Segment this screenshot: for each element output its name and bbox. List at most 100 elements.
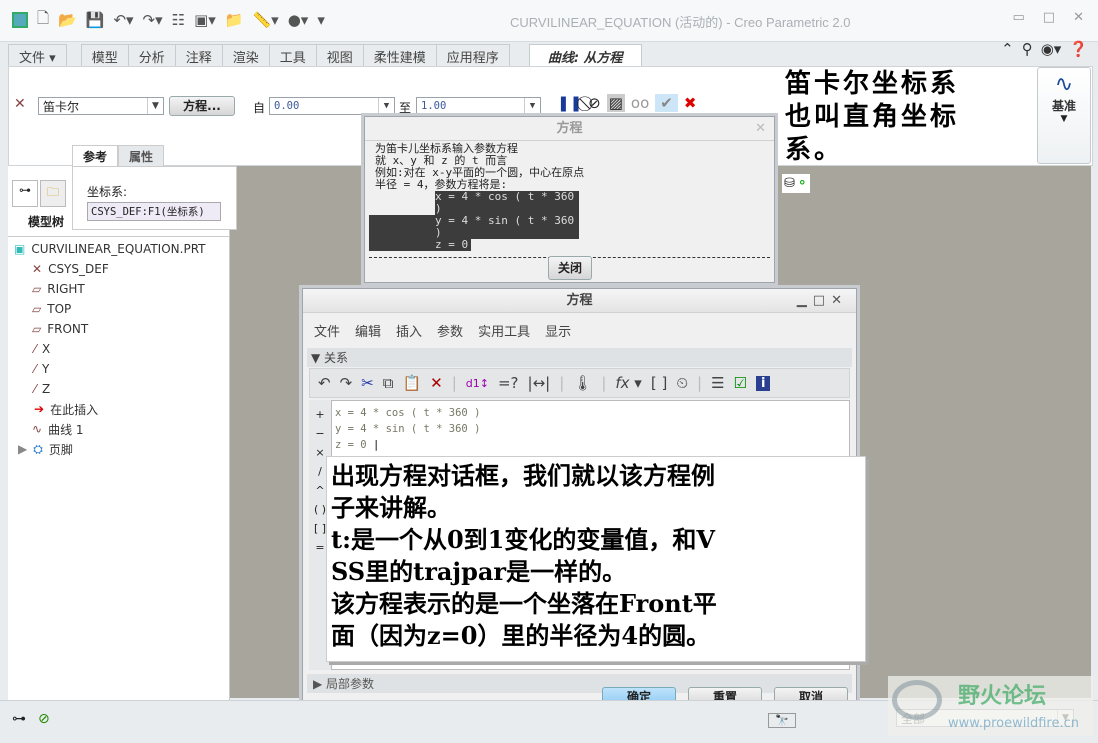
tree-item-part[interactable]: ▣ CURVILINEAR_EQUATION.PRT: [14, 239, 223, 259]
annotation-line: 子来讲解。: [331, 493, 451, 522]
menu-utilities[interactable]: 实用工具: [478, 321, 530, 340]
tree-item-x[interactable]: ⁄ X: [14, 339, 223, 359]
evaluate-icon[interactable]: =?: [498, 374, 519, 392]
undo-icon[interactable]: ↶: [318, 374, 331, 392]
redo-icon[interactable]: ↷: [340, 374, 353, 392]
timer-icon[interactable]: ⏲: [676, 374, 688, 392]
measure-icon[interactable]: 📏▾: [253, 11, 279, 29]
insert-multiply[interactable]: ×: [315, 446, 324, 459]
tab-analysis[interactable]: 分析: [127, 44, 176, 66]
menu-insert[interactable]: 插入: [396, 321, 422, 340]
regenerate-icon[interactable]: ☷: [172, 11, 185, 29]
tree-item-footer[interactable]: ▶ ⛭ 页脚: [14, 439, 223, 459]
appearance-icon[interactable]: ●▾: [288, 11, 309, 29]
menu-edit[interactable]: 编辑: [355, 321, 381, 340]
insert-minus[interactable]: −: [315, 427, 324, 440]
delete-icon[interactable]: ✕: [430, 374, 443, 392]
insert-brackets[interactable]: [ ]: [314, 522, 326, 535]
customize-icon[interactable]: ▾: [317, 11, 325, 29]
maximize-button[interactable]: □: [813, 293, 831, 308]
tree-item-right[interactable]: ▱ RIGHT: [14, 279, 223, 299]
find-icon[interactable]: 🔭: [768, 713, 796, 728]
copy-icon[interactable]: ⧉: [383, 374, 394, 392]
brackets-icon[interactable]: [ ]: [651, 374, 667, 392]
minimize-button[interactable]: ▭: [1013, 10, 1025, 25]
insert-plus[interactable]: +: [315, 408, 324, 421]
folder-browser-tab-icon[interactable]: 🗀: [40, 180, 67, 207]
tab-flexible-modeling[interactable]: 柔性建模: [362, 44, 437, 66]
new-icon[interactable]: 🗋: [37, 8, 49, 33]
maximize-button[interactable]: □: [1043, 10, 1055, 25]
close-button[interactable]: ✕: [1073, 10, 1084, 25]
menu-show[interactable]: 显示: [545, 321, 571, 340]
tab-curve-from-equation[interactable]: 曲线: 从方程: [528, 44, 642, 67]
layer-icon[interactable]: ⛁: [784, 176, 795, 191]
tab-view[interactable]: 视图: [315, 44, 364, 66]
menu-file[interactable]: 文件: [314, 321, 340, 340]
preview-icon[interactable]: ▨: [606, 94, 625, 112]
collapse-ribbon-icon[interactable]: ⌃: [1001, 40, 1014, 58]
insert-equals[interactable]: =: [315, 541, 324, 554]
model-tree-tab-icon[interactable]: ⊶: [12, 180, 38, 207]
insert-parentheses[interactable]: ( ): [314, 503, 326, 516]
windows-icon[interactable]: ▣▾: [194, 11, 216, 29]
minimize-button[interactable]: ▁: [797, 293, 813, 308]
close-icon[interactable]: ✕: [755, 117, 766, 141]
tab-annotate[interactable]: 注释: [174, 44, 223, 66]
community-icon[interactable]: ◉▾: [1041, 40, 1062, 58]
info-icon[interactable]: i: [756, 375, 771, 391]
relations-section-header[interactable]: ▼ 关系: [307, 348, 852, 367]
save-icon[interactable]: 💾: [86, 11, 105, 29]
show-dimension-icon[interactable]: |↔|: [528, 374, 551, 392]
help-equation: x = 4 * cos ( t * 360 ): [435, 190, 575, 215]
app-icon[interactable]: [12, 12, 28, 28]
equation-button[interactable]: 方程...: [169, 96, 235, 116]
tree-item-top[interactable]: ▱ TOP: [14, 299, 223, 319]
sort-relations-icon[interactable]: d1↕: [466, 377, 489, 390]
function-icon[interactable]: fx ▾: [615, 374, 641, 392]
csys-display-icon[interactable]: ⚬: [797, 176, 808, 191]
search-icon[interactable]: ⚲: [1022, 40, 1033, 58]
cancel-x-button[interactable]: ✖: [684, 94, 697, 112]
help-icon[interactable]: ❓: [1069, 40, 1088, 58]
no-preview-icon[interactable]: ⃠⊘: [588, 94, 601, 112]
list-icon[interactable]: ☰: [711, 374, 724, 392]
tab-model[interactable]: 模型: [80, 44, 129, 66]
insert-divide[interactable]: /: [318, 465, 322, 478]
tab-render[interactable]: 渲染: [221, 44, 270, 66]
tree-item-insert-here[interactable]: ➔ 在此插入: [14, 399, 223, 419]
csys-collector[interactable]: CSYS_DEF:F1(坐标系): [87, 202, 221, 221]
tab-properties[interactable]: 属性: [118, 145, 165, 168]
verify-icon[interactable]: ☑: [734, 374, 747, 392]
tree-item-curve[interactable]: ∿ 曲线 1: [14, 419, 223, 439]
model-tree-toggle-icon[interactable]: ⊶: [12, 711, 26, 727]
paste-icon[interactable]: 📋: [402, 374, 421, 392]
to-input[interactable]: 1.00 ▼: [416, 97, 541, 115]
menu-parameters[interactable]: 参数: [437, 321, 463, 340]
verify-units-icon[interactable]: 🌡: [573, 374, 592, 392]
tab-applications[interactable]: 应用程序: [435, 44, 510, 66]
insert-power[interactable]: ^: [315, 484, 324, 497]
pause-icon[interactable]: ❚❚: [557, 94, 582, 112]
datum-group[interactable]: ∿ 基准 ▼: [1037, 67, 1091, 164]
folder-icon[interactable]: 📁: [225, 11, 244, 29]
tree-item-front[interactable]: ▱ FRONT: [14, 319, 223, 339]
from-input[interactable]: 0.00 ▼: [269, 97, 395, 115]
tab-references[interactable]: 参考: [72, 145, 119, 166]
tab-file[interactable]: 文件 ▾: [8, 44, 67, 66]
expand-arrow-icon[interactable]: ▶: [18, 442, 27, 456]
tree-item-z[interactable]: ⁄ Z: [14, 379, 223, 399]
tree-item-csys[interactable]: ✕ CSYS_DEF: [14, 259, 223, 279]
ok-check-button[interactable]: ✔: [655, 94, 678, 112]
browser-toggle-icon[interactable]: ⊘: [38, 711, 50, 727]
verify-glasses-icon[interactable]: oo: [631, 94, 649, 112]
open-icon[interactable]: 📂: [58, 11, 77, 29]
coord-type-select[interactable]: 笛卡尔 ▼: [38, 97, 164, 115]
undo-icon[interactable]: ↶▾: [113, 11, 133, 29]
tab-tools[interactable]: 工具: [268, 44, 317, 66]
cut-icon[interactable]: ✂: [361, 374, 374, 392]
close-help-button[interactable]: 关闭: [548, 256, 592, 280]
redo-icon[interactable]: ↷▾: [143, 11, 163, 29]
tree-item-y[interactable]: ⁄ Y: [14, 359, 223, 379]
close-button[interactable]: ✕: [831, 293, 848, 308]
